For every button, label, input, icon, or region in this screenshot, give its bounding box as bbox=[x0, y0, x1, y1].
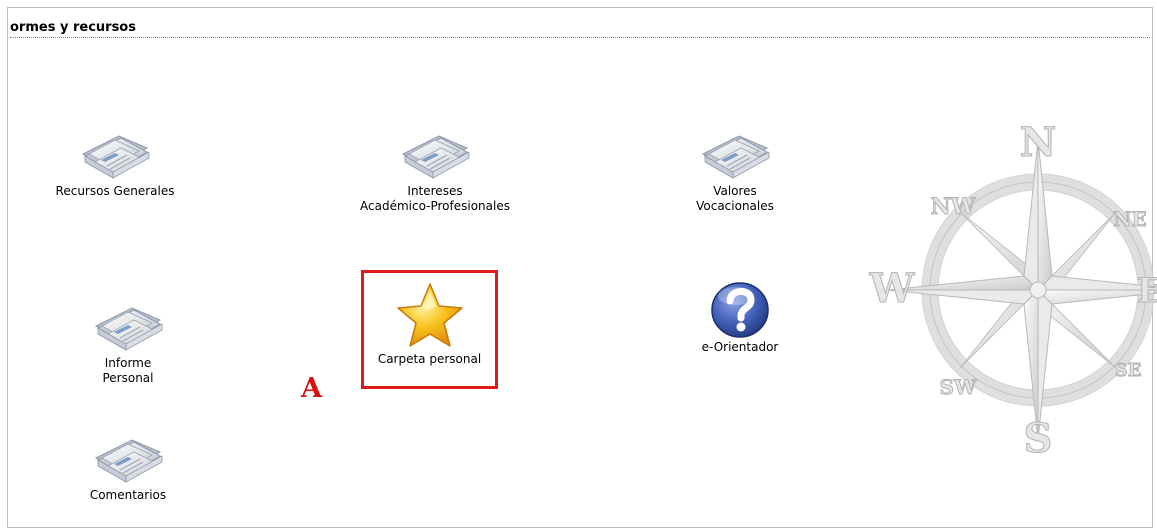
section-header: ormes y recursos bbox=[10, 19, 1150, 38]
item-label-line-2: Personal bbox=[102, 371, 154, 385]
help-question-icon bbox=[711, 282, 769, 338]
compass-se-label: SE bbox=[1115, 360, 1142, 381]
documents-folder-icon bbox=[95, 307, 163, 351]
item-label-line-2: Vocacionales bbox=[696, 199, 774, 213]
compass-s-label: S bbox=[1024, 415, 1053, 462]
item-label: Comentarios bbox=[89, 488, 167, 502]
item-label-line-1: Valores bbox=[713, 184, 757, 198]
item-label: Recursos Generales bbox=[55, 184, 175, 198]
compass-sw-label: SW bbox=[940, 375, 977, 399]
e-orientador-link[interactable]: e-Orientador bbox=[680, 276, 800, 355]
informe-personal-link[interactable]: Informe Personal bbox=[68, 296, 188, 386]
valores-vocacionales-link[interactable]: Valores Vocacionales bbox=[675, 124, 795, 214]
item-label-line-2: Académico-Profesionales bbox=[360, 199, 510, 213]
recursos-generales-link[interactable]: Recursos Generales bbox=[55, 124, 175, 199]
compass-w-label: W bbox=[869, 265, 916, 312]
item-label: e-Orientador bbox=[701, 340, 779, 354]
highlight-box bbox=[361, 270, 498, 389]
compass-ne-label: NE bbox=[1113, 207, 1147, 231]
annotation-label: A bbox=[301, 373, 322, 404]
compass-rose-icon: N S W E NW NE SW SE bbox=[868, 122, 1157, 462]
comentarios-link[interactable]: Comentarios bbox=[68, 428, 188, 503]
documents-folder-icon bbox=[95, 439, 163, 483]
item-label-line-1: Intereses bbox=[407, 184, 463, 198]
compass-e-label: E bbox=[1137, 271, 1157, 311]
section-title: ormes y recursos bbox=[10, 20, 136, 35]
intereses-academico-profesionales-link[interactable]: Intereses Académico-Profesionales bbox=[345, 124, 525, 214]
item-label-line-1: Informe bbox=[104, 356, 152, 370]
documents-folder-icon bbox=[402, 135, 470, 179]
documents-folder-icon bbox=[702, 135, 770, 179]
compass-nw-label: NW bbox=[931, 194, 976, 220]
documents-folder-icon bbox=[82, 135, 150, 179]
compass-n-label: N bbox=[1020, 122, 1057, 166]
